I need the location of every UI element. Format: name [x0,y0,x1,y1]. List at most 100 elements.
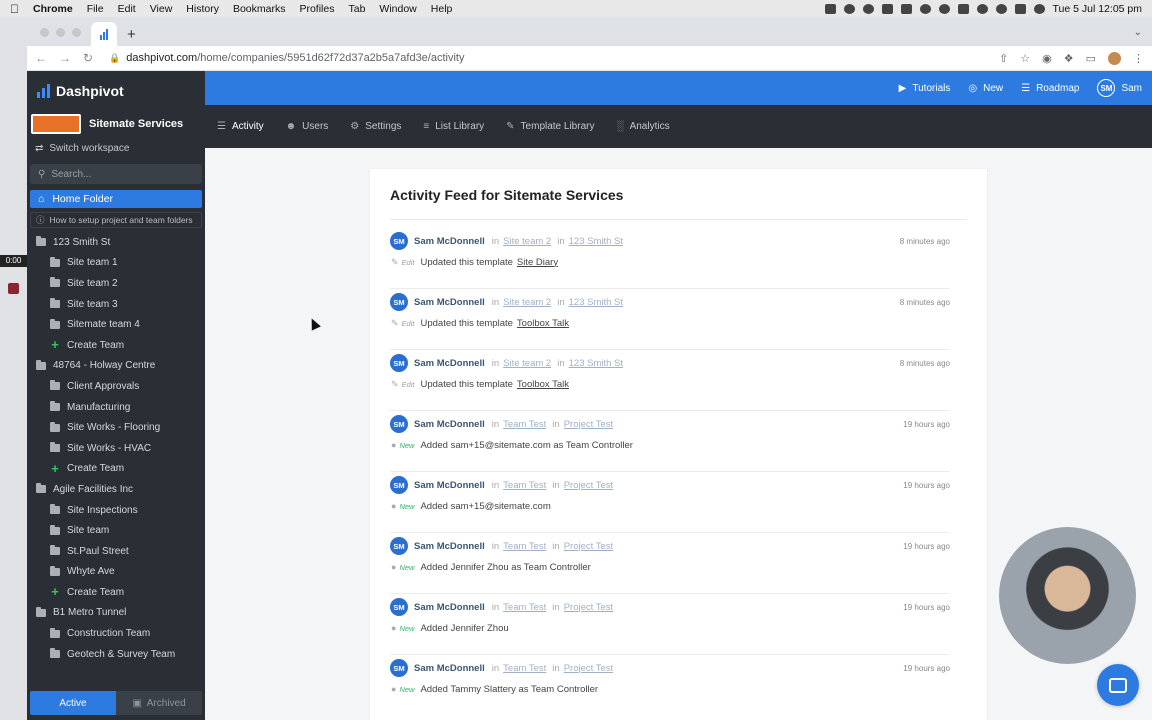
menu-file[interactable]: File [87,3,104,15]
sidebar-folder-item[interactable]: Geotech & Survey Team [27,644,205,665]
entry-project-link[interactable]: 123 Smith St [569,236,623,247]
entry-project-link[interactable]: Project Test [564,602,613,613]
settings-icon[interactable] [843,3,855,14]
profile-avatar[interactable] [1108,51,1121,65]
sidebar-folder-item[interactable]: Manufacturing [27,397,205,418]
sidebar-folder-item[interactable]: Construction Team [27,623,205,644]
share-icon[interactable]: ⇧ [999,52,1008,65]
sidebar-folder-item[interactable]: Site Inspections [27,500,205,521]
entry-team-link[interactable]: Team Test [503,602,546,613]
chrome-menu-icon[interactable]: ⋮ [1133,52,1144,65]
entry-user-name[interactable]: Sam McDonnell [414,236,485,247]
entry-project-link[interactable]: 123 Smith St [569,358,623,369]
back-arrow-icon[interactable]: ← [35,51,47,65]
active-tab-button[interactable]: Active [30,691,116,715]
zoom-window-button[interactable] [72,28,81,37]
tab-activity[interactable]: ☰ Activity [217,121,264,132]
entry-user-name[interactable]: Sam McDonnell [414,541,485,552]
menu-window[interactable]: Window [379,3,416,15]
battery-icon[interactable] [957,3,969,14]
entry-template-link[interactable]: Toolbox Talk [517,318,569,329]
entry-team-link[interactable]: Site team 2 [503,297,551,308]
sidebar-folder-item[interactable]: B1 Metro Tunnel [27,603,205,624]
tab-analytics[interactable]: ░ Analytics [616,121,669,132]
sidebar-folder-item[interactable]: Site Works - HVAC [27,438,205,459]
apple-icon[interactable]:  [10,2,19,16]
sidebar-folder-item[interactable]: Client Approvals [27,376,205,397]
entry-team-link[interactable]: Team Test [503,663,546,674]
entry-user-name[interactable]: Sam McDonnell [414,358,485,369]
menu-profiles[interactable]: Profiles [299,3,334,15]
tab-template-library[interactable]: ✎ Template Library [506,121,594,132]
home-folder-item[interactable]: ⌂ Home Folder [30,190,202,208]
brand-logo[interactable]: Dashpivot [27,71,205,111]
address-bar[interactable]: dashpivot.com/home/companies/5951d62f72d… [126,52,464,64]
spotlight-icon[interactable] [995,3,1007,14]
tab-users[interactable]: ☻ Users [286,121,329,132]
sidebar-folder-item[interactable]: Whyte Ave [27,562,205,583]
sidebar-folder-item[interactable]: Site team [27,520,205,541]
entry-team-link[interactable]: Site team 2 [503,236,551,247]
entry-user-name[interactable]: Sam McDonnell [414,480,485,491]
create-team-item[interactable]: + Create Team [27,459,205,480]
sidebar-folder-item[interactable]: Site Works - Flooring [27,417,205,438]
side-panel-icon[interactable]: ▭ [1086,52,1096,65]
menu-help[interactable]: Help [431,3,453,15]
help-setup-link[interactable]: ⓘ How to setup project and team folders [30,212,202,228]
entry-template-link[interactable]: Site Diary [517,257,558,268]
entry-project-link[interactable]: Project Test [564,663,613,674]
menu-bookmarks[interactable]: Bookmarks [233,3,286,15]
new-tab-plus-icon[interactable]: + [127,26,136,43]
roadmap-button[interactable]: ☰ Roadmap [1021,83,1079,94]
sidebar-folder-item[interactable]: 48764 - Holway Centre [27,356,205,377]
sidebar-folder-item[interactable]: 123 Smith St [27,232,205,253]
user-avatar[interactable]: SM [390,415,408,433]
tutorials-button[interactable]: ▶ Tutorials [899,83,951,94]
close-window-button[interactable] [40,28,49,37]
moon-icon[interactable] [938,3,950,14]
support-chat-button[interactable] [1097,664,1139,706]
sidebar-folder-item[interactable]: Site team 1 [27,253,205,274]
entry-user-name[interactable]: Sam McDonnell [414,419,485,430]
entry-template-link[interactable]: Toolbox Talk [517,379,569,390]
screen-record-icon[interactable] [824,3,836,14]
drive-icon[interactable] [900,3,912,14]
menu-app-name[interactable]: Chrome [33,3,73,15]
menu-edit[interactable]: Edit [118,3,136,15]
wifi-icon[interactable] [976,3,988,14]
minimize-window-button[interactable] [56,28,65,37]
sidebar-folder-item[interactable]: Site team 3 [27,294,205,315]
user-avatar[interactable]: SM [390,476,408,494]
user-avatar[interactable]: SM [390,293,408,311]
entry-user-name[interactable]: Sam McDonnell [414,297,485,308]
sidebar-folder-item[interactable]: Agile Facilities Inc [27,479,205,500]
extensions-puzzle-icon[interactable]: ❖ [1064,52,1074,65]
user-avatar[interactable]: SM [390,232,408,250]
user-avatar[interactable]: SM [390,598,408,616]
tab-search-chevron-icon[interactable]: ⌄ [1134,27,1142,38]
sidebar-folder-item[interactable]: St.Paul Street [27,541,205,562]
user-avatar[interactable]: SM [390,659,408,677]
create-team-item[interactable]: + Create Team [27,582,205,603]
menu-view[interactable]: View [150,3,173,15]
vpn-icon[interactable] [862,3,874,14]
entry-project-link[interactable]: Project Test [564,541,613,552]
entry-team-link[interactable]: Team Test [503,419,546,430]
siri-icon[interactable] [1033,3,1045,14]
menu-history[interactable]: History [186,3,219,15]
entry-project-link[interactable]: 123 Smith St [569,297,623,308]
entry-user-name[interactable]: Sam McDonnell [414,663,485,674]
bookmark-star-icon[interactable]: ☆ [1020,52,1030,65]
user-avatar[interactable]: SM [390,354,408,372]
focus-icon[interactable] [919,3,931,14]
recording-stop-button[interactable] [8,283,19,294]
switch-workspace-link[interactable]: ⇄ Switch workspace [27,137,205,160]
lock-icon[interactable]: 🔒 [109,53,120,64]
tab-settings[interactable]: ⚙ Settings [350,121,401,132]
entry-project-link[interactable]: Project Test [564,419,613,430]
extension-grammar-icon[interactable]: ◉ [1042,52,1052,65]
forward-arrow-icon[interactable]: → [59,51,71,65]
sidebar-folder-item[interactable]: Sitemate team 4 [27,314,205,335]
entry-team-link[interactable]: Site team 2 [503,358,551,369]
new-button[interactable]: ◎ New [968,83,1003,94]
